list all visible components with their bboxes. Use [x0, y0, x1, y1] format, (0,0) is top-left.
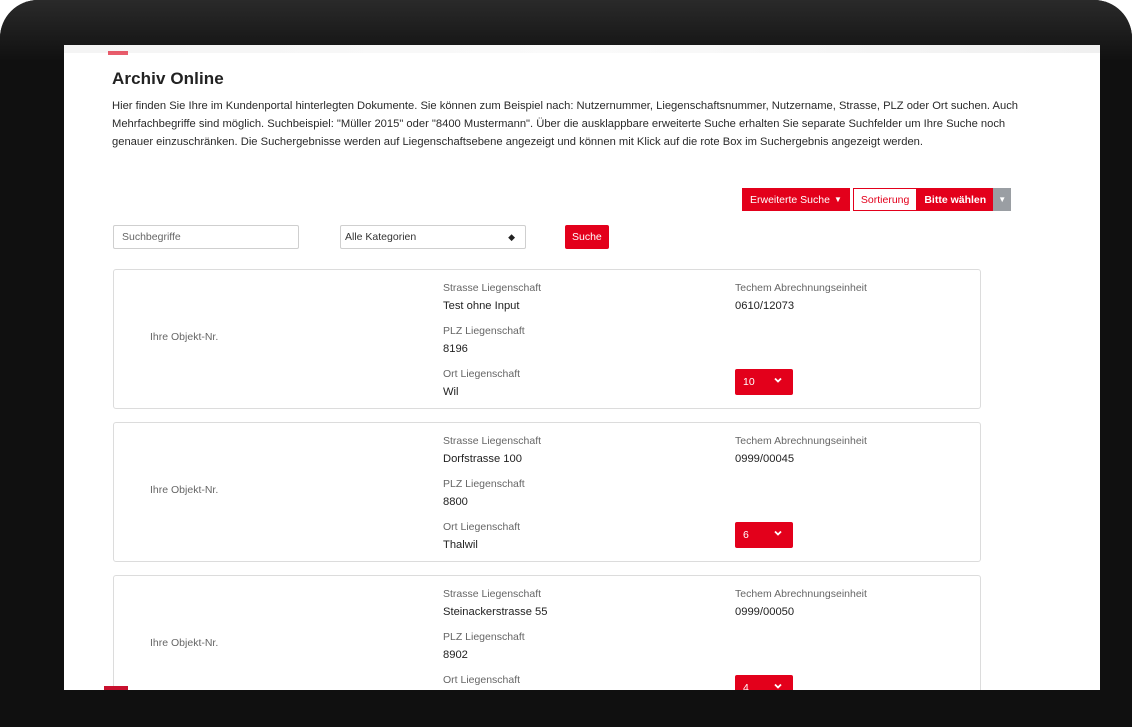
page-intro: Hier finden Sie Ihre im Kundenportal hin…: [112, 100, 1019, 148]
footer-accent-bar: [104, 686, 128, 690]
plz-value: 8800: [443, 496, 468, 508]
sort-control: Sortierung Bitte wählen ▼: [852, 188, 1012, 211]
documents-count: 4: [743, 682, 749, 690]
plz-value: 8196: [443, 343, 468, 355]
chevron-down-icon: [774, 530, 782, 536]
street-label: Strasse Liegenschaft: [443, 435, 542, 447]
sort-select[interactable]: Bitte wählen: [917, 188, 994, 211]
search-input[interactable]: [113, 225, 299, 249]
documents-count-button[interactable]: 4: [735, 675, 793, 690]
sort-label: Sortierung: [852, 188, 918, 211]
documents-count: 10: [743, 376, 755, 388]
street-value: Dorfstrasse 100: [443, 453, 522, 465]
ort-label: Ort Liegenschaft: [443, 674, 521, 686]
documents-count-button[interactable]: 6: [735, 522, 793, 548]
billing-unit-label: Techem Abrechnungseinheit: [735, 435, 867, 447]
result-toolbar: Erweiterte Suche ▼ Sortierung Bitte wähl…: [742, 188, 1012, 211]
chevron-down-icon: [774, 683, 782, 689]
caret-down-icon: ▼: [833, 195, 842, 204]
billing-unit-label: Techem Abrechnungseinheit: [735, 588, 867, 600]
object-number-label: Ihre Objekt-Nr.: [150, 637, 219, 649]
result-card: Ihre Objekt-Nr. Strasse Liegenschaft Dor…: [113, 422, 981, 562]
documents-count: 6: [743, 529, 749, 541]
ort-value: Wil: [443, 386, 459, 398]
object-number-label: Ihre Objekt-Nr.: [150, 484, 219, 496]
category-select-value: Alle Kategorien: [345, 231, 417, 243]
category-select[interactable]: Alle Kategorien ◆: [340, 225, 526, 249]
laptop-bezel: Archiv Online Hier finden Sie Ihre im Ku…: [0, 0, 1132, 727]
street-label: Strasse Liegenschaft: [443, 588, 542, 600]
result-card: Ihre Objekt-Nr. Strasse Liegenschaft Ste…: [113, 575, 981, 690]
billing-unit-value: 0610/12073: [735, 300, 795, 312]
ort-label: Ort Liegenschaft: [443, 368, 521, 380]
street-value: Steinackerstrasse 55: [443, 606, 548, 618]
street-label: Strasse Liegenschaft: [443, 282, 542, 294]
page-header: Archiv Online Hier finden Sie Ihre im Ku…: [112, 69, 1032, 151]
header-accent-bar: [108, 51, 128, 55]
plz-value: 8902: [443, 649, 468, 661]
plz-label: PLZ Liegenschaft: [443, 478, 525, 490]
select-arrows-icon: ◆: [508, 231, 515, 242]
ort-label: Ort Liegenschaft: [443, 521, 521, 533]
caret-down-icon: ▼: [998, 195, 1007, 204]
screen-top-edge: [64, 45, 1100, 53]
plz-label: PLZ Liegenschaft: [443, 631, 525, 643]
plz-label: PLZ Liegenschaft: [443, 325, 525, 337]
search-button[interactable]: Suche: [565, 225, 609, 249]
advanced-search-label: Erweiterte Suche: [750, 193, 830, 206]
page-title: Archiv Online: [112, 69, 224, 88]
object-number-label: Ihre Objekt-Nr.: [150, 331, 219, 343]
documents-count-button[interactable]: 10: [735, 369, 793, 395]
browser-screen: Archiv Online Hier finden Sie Ihre im Ku…: [64, 45, 1100, 690]
billing-unit-value: 0999/00050: [735, 606, 795, 618]
search-row: Alle Kategorien ◆ Suche: [113, 225, 609, 249]
sort-dropdown-toggle[interactable]: ▼: [993, 188, 1012, 211]
street-value: Test ohne Input: [443, 300, 520, 312]
advanced-search-button[interactable]: Erweiterte Suche ▼: [742, 188, 850, 211]
chevron-down-icon: [774, 377, 782, 383]
billing-unit-value: 0999/00045: [735, 453, 795, 465]
ort-value: Thalwil: [443, 539, 478, 551]
billing-unit-label: Techem Abrechnungseinheit: [735, 282, 867, 294]
result-card: Ihre Objekt-Nr. Strasse Liegenschaft Tes…: [113, 269, 981, 409]
